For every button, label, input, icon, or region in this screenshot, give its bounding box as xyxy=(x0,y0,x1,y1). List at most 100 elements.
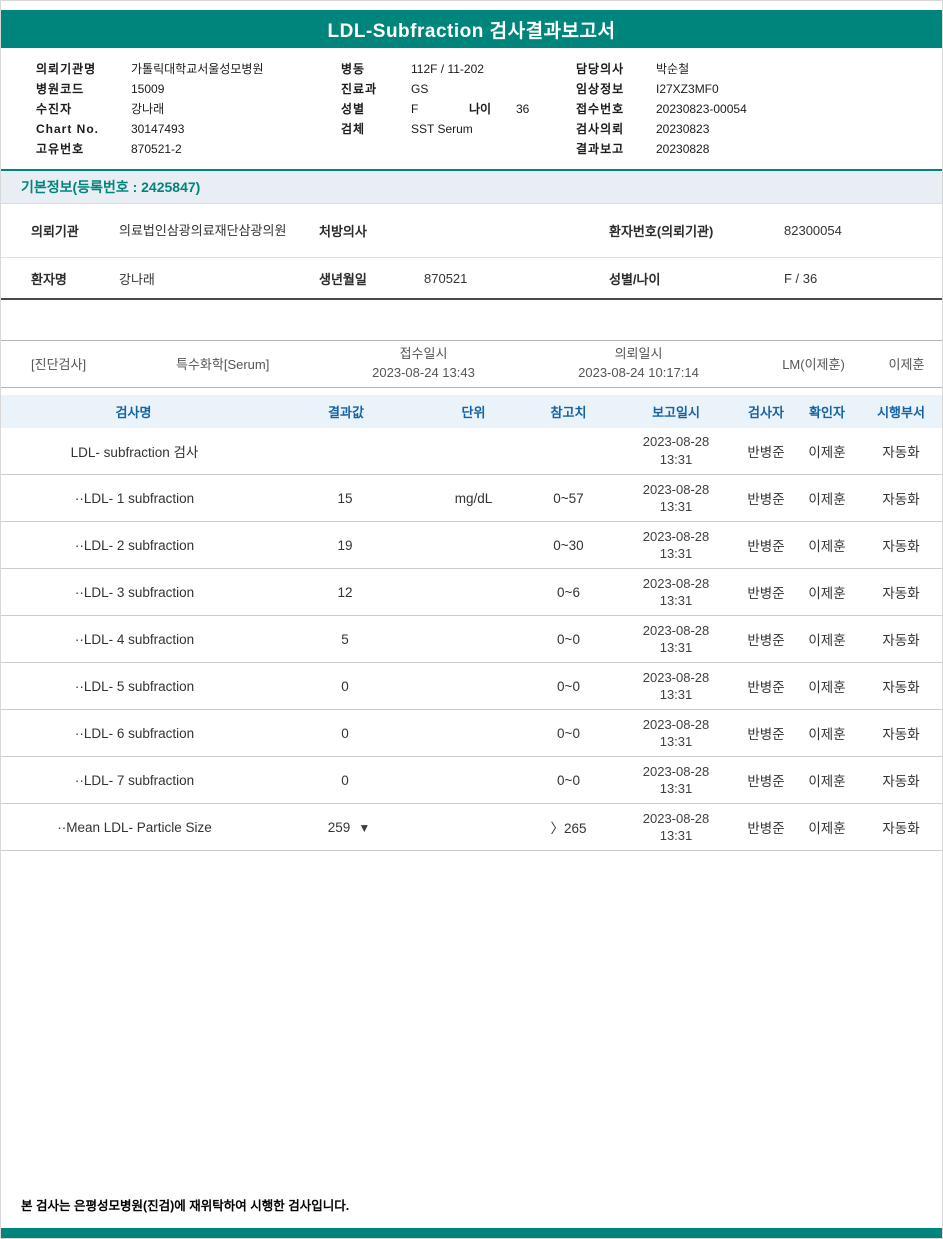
result-value: 5 xyxy=(266,615,426,664)
col-header-department: 시행부서 xyxy=(858,394,942,428)
col-header-tester: 검사자 xyxy=(736,394,796,428)
field-label: 성별 xyxy=(341,102,366,116)
department: 자동화 xyxy=(858,756,942,805)
test-name: ··LDL- 5 subfraction xyxy=(1,662,266,711)
header-row: 검사명 결과값 단위 참고치 보고일시 검사자 확인자 시행부서 xyxy=(1,394,942,428)
reference-range: 0~30 xyxy=(521,521,616,570)
field-value: 15009 xyxy=(131,82,165,96)
tester: 반병준 xyxy=(736,521,796,570)
field-value: 20230828 xyxy=(656,142,710,156)
result-number: 12 xyxy=(337,584,353,600)
report-title-bar: LDL-Subfraction 검사결과보고서 xyxy=(1,10,942,48)
department: 자동화 xyxy=(858,803,942,852)
test-name: ··LDL- 6 subfraction xyxy=(1,709,266,758)
header-field: 결과보고 20230828 xyxy=(576,139,932,159)
report-time: 13:31 xyxy=(659,734,693,750)
age-label: 나이 xyxy=(469,102,492,116)
report-datetime: 2023-08-28 13:31 xyxy=(616,521,736,570)
confirmer: 이제훈 xyxy=(796,756,858,805)
field-value: GS xyxy=(411,82,429,96)
field-value: 강나래 xyxy=(131,102,165,116)
report-date: 2023-08-28 xyxy=(642,481,710,497)
field-value: 가톨릭대학교서울성모병원 xyxy=(131,62,264,76)
report-date: 2023-08-28 xyxy=(642,622,710,638)
table-row: ··LDL- 3 subfraction 12 0~6 2023-08-28 13… xyxy=(1,568,942,617)
confirmer: 이제훈 xyxy=(796,474,858,523)
confirmer: 이제훈 xyxy=(796,662,858,711)
bottom-teal-bar xyxy=(1,1228,942,1238)
footer-note: 본 검사는 은평성모병원(진검)에 재위탁하여 시행한 검사입니다. xyxy=(21,1199,350,1213)
tester: 반병준 xyxy=(736,474,796,523)
field-label: 환자명 xyxy=(31,271,67,287)
request-value: 2023-08-24 10:17:14 xyxy=(578,364,699,380)
confirmer: 이제훈 xyxy=(796,709,858,758)
tester: 반병준 xyxy=(736,662,796,711)
basic-info-title: 기본정보(등록번호 : 2425847) xyxy=(21,179,201,195)
sex-value: F xyxy=(411,102,419,116)
field-label: 의뢰기관명 xyxy=(36,62,97,76)
field-label: 검체 xyxy=(341,122,366,136)
department: 자동화 xyxy=(858,709,942,758)
reference-range: 0~0 xyxy=(521,756,616,805)
field-label: 의뢰기관 xyxy=(31,224,79,239)
field-label: 담당의사 xyxy=(576,62,625,76)
tester: 반병준 xyxy=(736,615,796,664)
unit xyxy=(426,662,521,711)
test-name: ··LDL- 1 subfraction xyxy=(1,474,266,523)
report-datetime: 2023-08-28 13:31 xyxy=(616,474,736,523)
field-label: 접수번호 xyxy=(576,102,625,116)
header-field: 접수번호 20230823-00054 xyxy=(576,99,932,119)
age-value: 36 xyxy=(516,102,530,116)
low-flag-icon: ▼ xyxy=(358,820,371,835)
field-value: 112F / 11-202 xyxy=(411,62,484,76)
report-date: 2023-08-28 xyxy=(642,434,710,450)
report-time: 13:31 xyxy=(659,593,693,609)
test-name: ··LDL- 3 subfraction xyxy=(1,568,266,617)
results-table-body: LDL- subfraction 검사 2023-08-28 13:31 반병준 … xyxy=(1,427,942,852)
test-name: ··LDL- 2 subfraction xyxy=(1,521,266,570)
report-time: 13:31 xyxy=(659,451,693,467)
field-label: 환자번호(의뢰기관) xyxy=(609,224,714,239)
field-label: Chart No. xyxy=(36,122,99,136)
confirmer: 이제훈 xyxy=(796,521,858,570)
report-datetime: 2023-08-28 13:31 xyxy=(616,568,736,617)
result-value: 0 xyxy=(266,709,426,758)
report-datetime: 2023-08-28 13:31 xyxy=(616,427,736,476)
unit xyxy=(426,709,521,758)
result-value: 12 xyxy=(266,568,426,617)
department: 자동화 xyxy=(858,568,942,617)
result-number: 19 xyxy=(337,537,353,553)
field-label: 검사의뢰 xyxy=(576,122,625,136)
reference-range xyxy=(521,427,616,476)
department: 자동화 xyxy=(858,521,942,570)
reference-range: 0~0 xyxy=(521,709,616,758)
report-time: 13:31 xyxy=(659,499,693,515)
col-header-report-date: 보고일시 xyxy=(616,394,736,428)
section-category: 특수화학[Serum] xyxy=(176,357,270,373)
field-value: 870521-2 xyxy=(131,142,182,156)
report-date: 2023-08-28 xyxy=(642,763,710,779)
basic-info-row-2: 환자명 강나래 생년월일 870521 성별/나이 F / 36 xyxy=(1,258,942,300)
report-datetime: 2023-08-28 13:31 xyxy=(616,756,736,805)
department: 자동화 xyxy=(858,662,942,711)
field-value: I27XZ3MF0 xyxy=(656,82,719,96)
field-label: 병원코드 xyxy=(36,82,85,96)
field-label: 처방의사 xyxy=(319,224,367,239)
result-value: 259 ▼ xyxy=(266,803,426,852)
header-field: 병동 112F / 11-202 xyxy=(341,59,576,79)
field-value: F / 36 xyxy=(784,270,818,286)
report-header: 의뢰기관명 가톨릭대학교서울성모병원 병원코드 15009 수진자 강나래 Chart… xyxy=(1,48,942,163)
receipt-label: 접수일시 xyxy=(399,346,448,361)
report-date: 2023-08-28 xyxy=(642,528,710,544)
field-value: 30147493 xyxy=(131,122,185,136)
table-row: ··LDL- 2 subfraction 19 0~30 2023-08-28 1… xyxy=(1,521,942,570)
header-field: 병원코드 15009 xyxy=(36,79,341,99)
result-number: 0 xyxy=(341,678,349,694)
field-value: 박순철 xyxy=(656,62,690,76)
exam-section-row: [진단검사] 특수화학[Serum] 접수일시 2023-08-24 13:43… xyxy=(1,340,942,388)
test-name: ··LDL- 7 subfraction xyxy=(1,756,266,805)
unit xyxy=(426,521,521,570)
test-name: ··Mean LDL- Particle Size xyxy=(1,803,266,852)
field-value: 20230823-00054 xyxy=(656,102,747,116)
unit xyxy=(426,615,521,664)
